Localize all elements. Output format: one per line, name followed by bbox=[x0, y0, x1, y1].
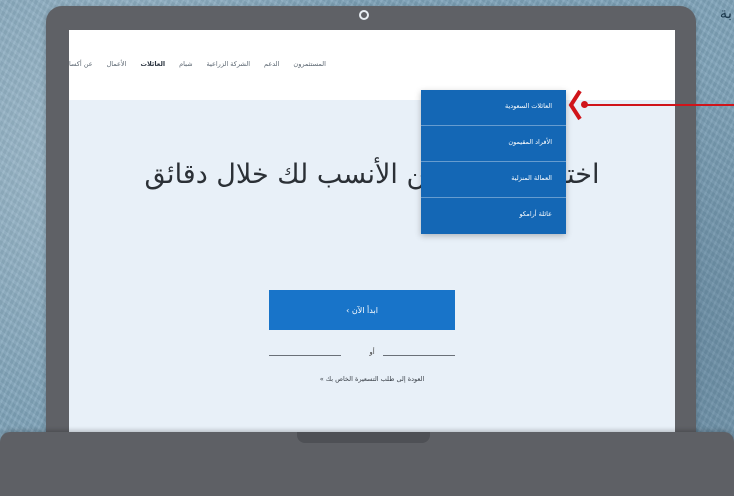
families-dropdown-menu: العائلات السعودية الأفراد المقيمون العما… bbox=[421, 90, 566, 234]
annotation-arrow-icon bbox=[568, 89, 582, 121]
start-now-button[interactable]: ابدأ الآن › bbox=[269, 290, 455, 330]
divider-line-right bbox=[383, 355, 455, 356]
dropdown-item-saudi-families[interactable]: العائلات السعودية bbox=[421, 90, 566, 126]
nav-item-agricultural[interactable]: الشركة الزراعية bbox=[207, 60, 250, 78]
nav-item-families[interactable]: العائلات bbox=[140, 60, 165, 78]
hero-section bbox=[69, 100, 675, 435]
nav-item-support[interactable]: الدعم bbox=[264, 60, 279, 78]
or-separator: أو bbox=[369, 348, 375, 356]
laptop-screen: عن أكسا الأعمال العائلات شبام الشركة الز… bbox=[69, 30, 675, 435]
hero-headline: اختر خطة التأمين الأنسب لك خلال دقائق bbox=[144, 159, 600, 190]
nav-item-investors[interactable]: المستثمرون bbox=[293, 60, 326, 78]
nav-item-business[interactable]: الأعمال bbox=[107, 60, 127, 78]
annotation-arrow-dot bbox=[581, 101, 588, 108]
nav-item-about[interactable]: عن أكسا bbox=[69, 60, 93, 78]
laptop-base-notch bbox=[297, 432, 430, 443]
dropdown-item-domestic-workers[interactable]: العمالة المنزلية bbox=[421, 162, 566, 198]
laptop-frame: عن أكسا الأعمال العائلات شبام الشركة الز… bbox=[46, 6, 696, 442]
nav-item-youth[interactable]: شبام bbox=[179, 60, 192, 78]
dropdown-item-residents[interactable]: الأفراد المقيمون bbox=[421, 126, 566, 162]
background-corner-text: بة bbox=[719, 4, 732, 22]
top-navigation: عن أكسا الأعمال العائلات شبام الشركة الز… bbox=[69, 60, 665, 78]
webcam-icon bbox=[359, 10, 369, 20]
back-to-quote-link[interactable]: العودة إلى طلب التسعيرة الخاص بك » bbox=[69, 375, 675, 383]
dropdown-item-aramco-family[interactable]: عائلة أرامكو bbox=[421, 198, 566, 234]
annotation-arrow-line bbox=[584, 104, 734, 106]
